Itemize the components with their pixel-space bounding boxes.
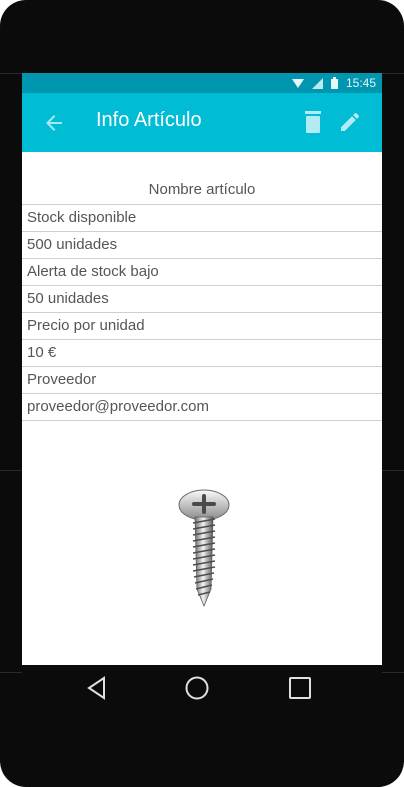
pencil-icon[interactable] [338, 110, 362, 134]
status-time: 15:45 [345, 76, 376, 90]
item-detail: Nombre artículo Stock disponible 500 uni… [22, 152, 382, 421]
low-stock-value: 50 unidades [22, 286, 382, 313]
app-bar: Info Artículo [22, 93, 382, 152]
battery-icon [330, 77, 338, 89]
status-bar: 15:45 [22, 73, 382, 93]
phone-frame: 15:45 Info Artículo Nombre artículo Stoc… [0, 0, 404, 787]
stock-label: Stock disponible [22, 205, 382, 232]
supplier-label: Proveedor [22, 367, 382, 394]
item-name: Nombre artículo [22, 152, 382, 205]
wifi-icon [291, 78, 304, 88]
low-stock-label: Alerta de stock bajo [22, 259, 382, 286]
unit-price-value: 10 € [22, 340, 382, 367]
arrow-back-icon[interactable] [42, 111, 66, 135]
system-nav-bar [22, 665, 382, 715]
unit-price-label: Precio por unidad [22, 313, 382, 340]
square-recents-icon[interactable] [287, 675, 313, 701]
page-title: Info Artículo [96, 109, 202, 131]
screw-image [178, 489, 230, 608]
stock-value: 500 unidades [22, 232, 382, 259]
circle-home-icon[interactable] [184, 675, 210, 701]
supplier-value: proveedor@proveedor.com [22, 394, 382, 421]
trash-icon[interactable] [302, 110, 324, 134]
signal-icon [311, 77, 323, 89]
triangle-back-icon[interactable] [84, 675, 110, 701]
app-screen: 15:45 Info Artículo Nombre artículo Stoc… [22, 73, 382, 665]
